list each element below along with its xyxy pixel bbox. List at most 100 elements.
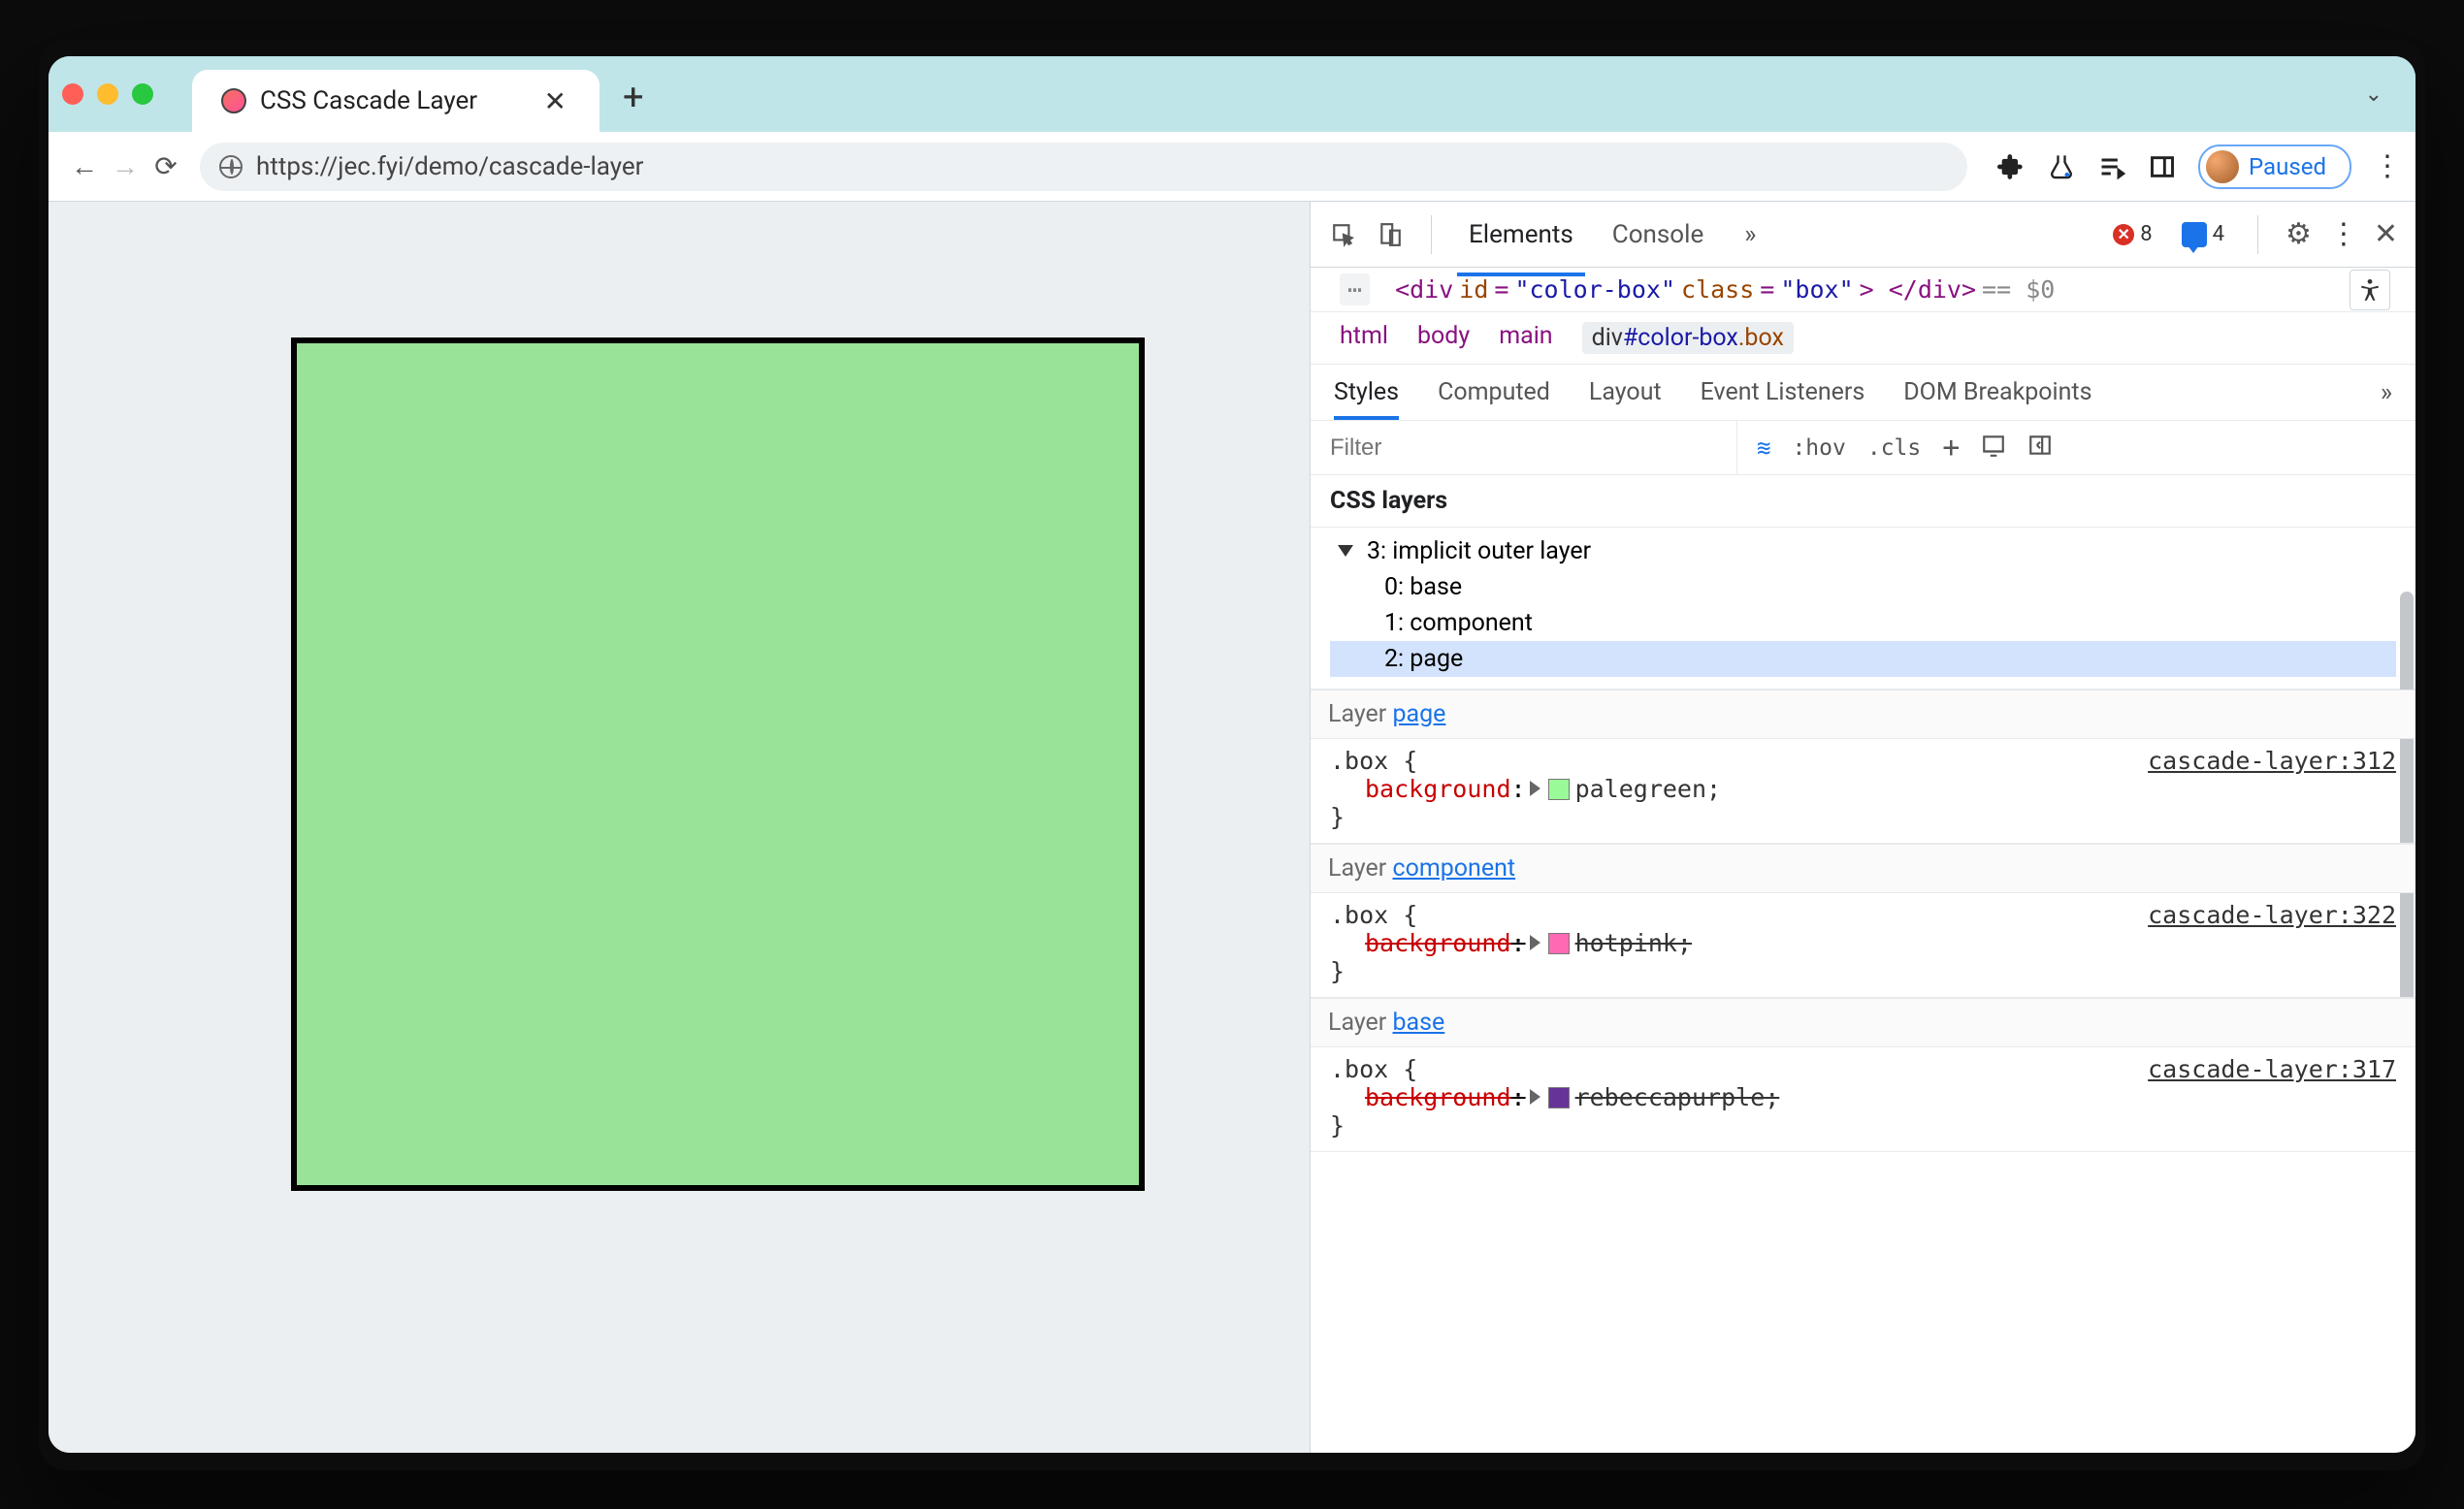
css-layers-title: CSS layers	[1311, 475, 2415, 528]
dom-eq: == $0	[1982, 275, 2055, 304]
window-controls	[62, 83, 153, 105]
back-button[interactable]: ←	[64, 146, 105, 187]
css-rule[interactable]: cascade-layer:322.box {background:hotpin…	[1311, 893, 2415, 998]
accessibility-icon[interactable]	[2350, 270, 2390, 310]
layers-toggle-icon[interactable]: ≋	[1757, 434, 1770, 462]
devtools-toolbar: Elements Console » ✕ 8 4 ⚙ ⋮ ✕	[1311, 202, 2415, 268]
new-style-rule-button[interactable]: +	[1942, 431, 1960, 465]
styles-filter-input[interactable]	[1311, 421, 1737, 474]
layer-header: Layer base	[1311, 998, 2415, 1047]
layer-header: Layer page	[1311, 690, 2415, 739]
styles-toolbar: ≋ :hov .cls +	[1737, 431, 2072, 465]
address-bar[interactable]: https://jec.fyi/demo/cascade-layer	[200, 143, 1967, 191]
playlist-icon[interactable]	[2097, 152, 2126, 181]
device-toggle-icon[interactable]	[1375, 219, 1406, 250]
css-rule[interactable]: cascade-layer:317.box {background:rebecc…	[1311, 1047, 2415, 1152]
error-count: 8	[2140, 222, 2152, 246]
reveal-parent-icon[interactable]: ⋯	[1340, 273, 1370, 305]
forward-button[interactable]: →	[105, 146, 146, 187]
layer-link[interactable]: base	[1392, 1009, 1444, 1037]
avatar	[2206, 150, 2239, 183]
layer-tree-root[interactable]: 3: implicit outer layer	[1330, 533, 2396, 569]
expand-shorthand-icon[interactable]	[1530, 935, 1540, 950]
reload-button[interactable]: ⟳	[146, 146, 186, 187]
site-info-icon[interactable]	[219, 155, 243, 178]
more-subtabs-button[interactable]: »	[2381, 378, 2392, 407]
color-box	[291, 337, 1145, 1191]
hov-button[interactable]: :hov	[1792, 435, 1845, 461]
toolbar: ← → ⟳ https://jec.fyi/demo/cascade-layer…	[49, 132, 2415, 202]
close-tab-button[interactable]: ✕	[540, 85, 570, 117]
errors-badge[interactable]: ✕ 8	[2107, 220, 2157, 248]
message-icon	[2182, 222, 2207, 247]
message-count: 4	[2213, 222, 2224, 246]
color-swatch[interactable]	[1548, 1087, 1570, 1108]
color-swatch[interactable]	[1548, 779, 1570, 800]
rule-source-link[interactable]: cascade-layer:312	[2148, 747, 2396, 775]
layer-link[interactable]: component	[1392, 854, 1515, 883]
page-viewport	[49, 202, 1310, 1453]
css-value[interactable]: palegreen;	[1575, 775, 1722, 803]
css-property[interactable]: background	[1365, 1083, 1511, 1111]
fullscreen-window-button[interactable]	[132, 83, 153, 105]
layer-tree-item-component[interactable]: 1: component	[1330, 605, 2396, 641]
devtools-menu-button[interactable]: ⋮	[2329, 217, 2356, 251]
dom-attr-class: class	[1681, 275, 1754, 304]
css-layers-tree: 3: implicit outer layer 0: base 1: compo…	[1311, 528, 2415, 690]
toggle-sidebar-icon[interactable]	[2027, 433, 2053, 464]
subtab-layout[interactable]: Layout	[1589, 367, 1662, 418]
subtab-event-listeners[interactable]: Event Listeners	[1701, 367, 1865, 418]
dom-val-id: "color-box"	[1514, 275, 1675, 304]
subtab-styles[interactable]: Styles	[1334, 367, 1399, 418]
error-icon: ✕	[2113, 224, 2134, 245]
labs-icon[interactable]	[2047, 152, 2076, 181]
computed-styles-icon[interactable]	[1981, 433, 2006, 464]
more-tabs-button[interactable]: »	[1744, 220, 1756, 249]
dom-open-tag: <div	[1395, 275, 1453, 304]
extensions-icon[interactable]	[1996, 152, 2026, 181]
crumb-html[interactable]: html	[1340, 322, 1388, 354]
subtab-dom-breakpoints[interactable]: DOM Breakpoints	[1903, 367, 2091, 418]
css-property[interactable]: background	[1365, 929, 1511, 957]
crumb-main[interactable]: main	[1499, 322, 1552, 354]
dom-val-class: "box"	[1780, 275, 1853, 304]
css-property[interactable]: background	[1365, 775, 1511, 803]
dom-attr-id: id	[1459, 275, 1488, 304]
new-tab-button[interactable]: +	[623, 77, 644, 119]
layer-link[interactable]: page	[1392, 700, 1445, 728]
minimize-window-button[interactable]	[97, 83, 118, 105]
rule-source-link[interactable]: cascade-layer:317	[2148, 1055, 2396, 1083]
browser-tab[interactable]: CSS Cascade Layer ✕	[192, 70, 600, 132]
expand-shorthand-icon[interactable]	[1530, 781, 1540, 796]
tab-elements[interactable]: Elements	[1457, 207, 1585, 263]
panel-icon[interactable]	[2148, 152, 2177, 181]
rule-source-link[interactable]: cascade-layer:322	[2148, 901, 2396, 929]
crumb-body[interactable]: body	[1417, 322, 1470, 354]
layer-tree-root-label: 3: implicit outer layer	[1367, 537, 1591, 565]
subtab-computed[interactable]: Computed	[1438, 367, 1550, 418]
browser-menu-button[interactable]: ⋮	[2373, 149, 2400, 183]
devtools-panel: Elements Console » ✕ 8 4 ⚙ ⋮ ✕	[1310, 202, 2415, 1453]
close-devtools-button[interactable]: ✕	[2374, 217, 2398, 251]
css-value[interactable]: rebeccapurple;	[1575, 1083, 1780, 1111]
color-swatch[interactable]	[1548, 933, 1570, 954]
dom-selected-node[interactable]: ⋯ <div id="color-box" class="box" > </di…	[1311, 268, 2415, 312]
inspect-icon[interactable]	[1328, 219, 1359, 250]
paused-label: Paused	[2249, 153, 2326, 180]
css-rule[interactable]: cascade-layer:312.box {background:palegr…	[1311, 739, 2415, 844]
profile-paused-chip[interactable]: Paused	[2198, 144, 2351, 189]
tab-console[interactable]: Console	[1601, 207, 1715, 263]
close-window-button[interactable]	[62, 83, 83, 105]
layer-tree-item-base[interactable]: 0: base	[1330, 569, 2396, 605]
tabs-dropdown-button[interactable]: ⌄	[2365, 82, 2383, 107]
cls-button[interactable]: .cls	[1867, 435, 1921, 461]
styles-subtabs: Styles Computed Layout Event Listeners D…	[1311, 365, 2415, 421]
layer-tree-item-page[interactable]: 2: page	[1330, 641, 2396, 677]
crumb-selected[interactable]: div#color-box.box	[1582, 322, 1794, 354]
css-value[interactable]: hotpink;	[1575, 929, 1692, 957]
messages-badge[interactable]: 4	[2176, 220, 2230, 249]
settings-icon[interactable]: ⚙	[2286, 217, 2312, 251]
dom-close-tag: > </div>	[1860, 275, 1976, 304]
expand-shorthand-icon[interactable]	[1530, 1089, 1540, 1105]
disclosure-triangle-icon[interactable]	[1338, 545, 1353, 557]
